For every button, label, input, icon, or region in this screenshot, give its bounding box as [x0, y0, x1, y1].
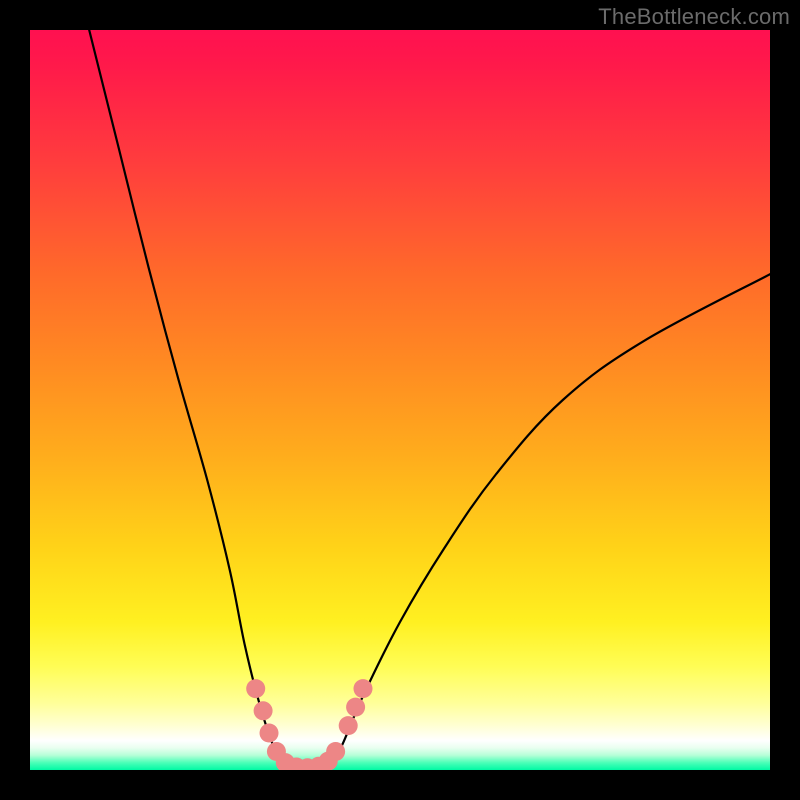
left-curve-path	[89, 30, 289, 770]
plot-area	[30, 30, 770, 770]
marker-cluster	[246, 679, 372, 770]
watermark-text: TheBottleneck.com	[598, 4, 790, 30]
marker-dot	[326, 742, 345, 761]
right-curve-path	[326, 274, 770, 770]
marker-dot	[254, 701, 273, 720]
curve-overlay	[30, 30, 770, 770]
marker-dot	[346, 698, 365, 717]
chart-frame: TheBottleneck.com	[0, 0, 800, 800]
marker-dot	[354, 679, 373, 698]
marker-dot	[246, 679, 265, 698]
marker-dot	[339, 716, 358, 735]
marker-dot	[260, 724, 279, 743]
